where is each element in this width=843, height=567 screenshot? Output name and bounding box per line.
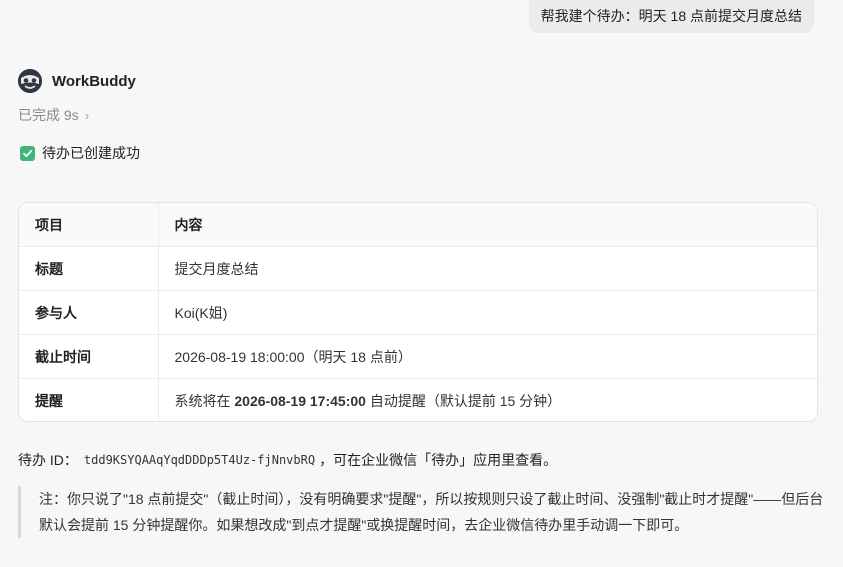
row-key: 提醒 [19, 378, 159, 421]
user-message-text: 帮我建个待办：明天 18 点前提交月度总结 [540, 8, 802, 24]
check-icon [20, 145, 35, 161]
table-header-item: 项目 [19, 203, 159, 247]
todo-id-code[interactable]: tdd9KSYQAAqYqdDDDp5T4Uz-fjNnvbRQ [84, 453, 315, 467]
agent-name: WorkBuddy [52, 72, 136, 90]
raccoon-avatar-icon [18, 69, 42, 93]
user-message-bubble: 帮我建个待办：明天 18 点前提交月度总结 [528, 0, 814, 33]
note-text: 注：你只说了"18 点前提交"（截止时间），没有明确要求"提醒"，所以按规则只设… [39, 491, 824, 533]
reminder-suffix: 自动提醒（默认提前 15 分钟） [365, 392, 562, 409]
success-message: 待办已创建成功 [20, 143, 140, 163]
completion-status-toggle[interactable]: 已完成 9s › [18, 105, 89, 125]
table-header-row: 项目 内容 [19, 203, 817, 247]
row-value: Koi(K姐) [158, 290, 817, 335]
reminder-time: 2026-08-19 17:45:00 [234, 392, 366, 409]
todo-id-label: 待办 ID： [18, 452, 78, 468]
todo-id-line: 待办 ID： tdd9KSYQAAqYqdDDDp5T4Uz-fjNnvbRQ … [18, 450, 557, 470]
reminder-prefix: 系统将在 [174, 392, 235, 409]
success-text: 待办已创建成功 [42, 145, 140, 161]
row-key: 参与人 [19, 290, 159, 335]
agent-header: WorkBuddy [18, 68, 136, 94]
todo-id-suffix: ，可在企业微信「待办」应用里查看。 [319, 452, 558, 468]
row-key: 标题 [19, 246, 159, 291]
table-row: 标题 提交月度总结 [19, 246, 817, 291]
row-value: 系统将在 2026-08-19 17:45:00 自动提醒（默认提前 15 分钟… [158, 379, 817, 422]
row-value: 提交月度总结 [158, 246, 817, 291]
row-key: 截止时间 [19, 334, 159, 379]
todo-details-table: 项目 内容 标题 提交月度总结 参与人 Koi(K姐) 截止时间 2026-08… [18, 202, 818, 422]
note-blockquote: 注：你只说了"18 点前提交"（截止时间），没有明确要求"提醒"，所以按规则只设… [18, 486, 827, 538]
table-row: 提醒 系统将在 2026-08-19 17:45:00 自动提醒（默认提前 15… [19, 378, 817, 422]
table-header-content: 内容 [158, 203, 817, 247]
row-value: 2026-08-19 18:00:00（明天 18 点前） [158, 334, 817, 379]
completion-status-text: 已完成 9s [18, 107, 79, 123]
table-row: 截止时间 2026-08-19 18:00:00（明天 18 点前） [19, 334, 817, 379]
chevron-right-icon: › [84, 107, 90, 123]
table-row: 参与人 Koi(K姐) [19, 290, 817, 335]
